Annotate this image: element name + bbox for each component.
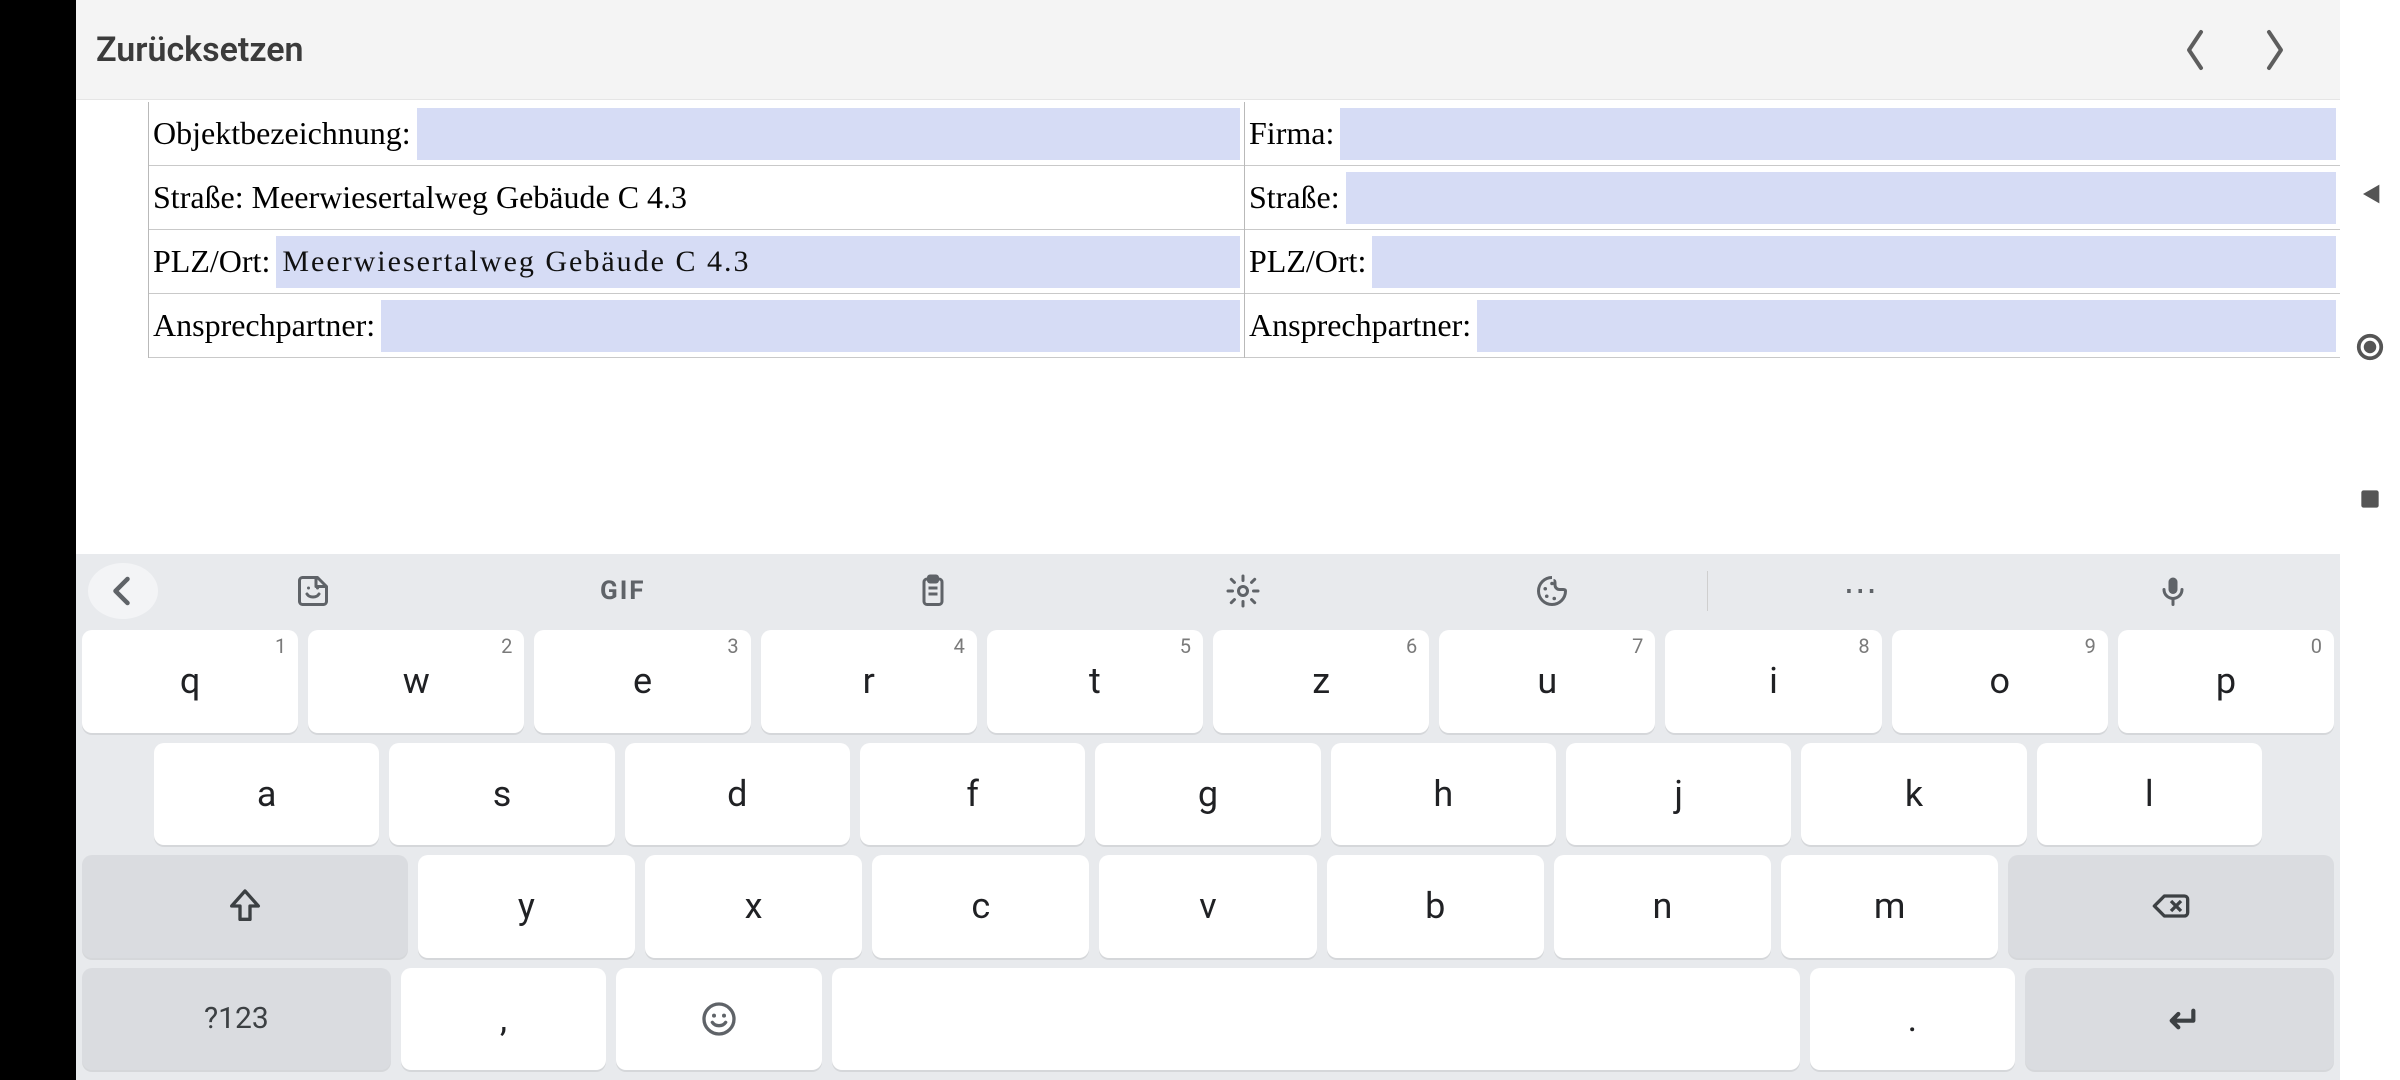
key-q[interactable]: q1 xyxy=(82,630,298,733)
key-hint: 1 xyxy=(275,634,286,658)
key-f[interactable]: f xyxy=(860,743,1085,846)
key-b[interactable]: b xyxy=(1327,855,1544,958)
clipboard-icon[interactable] xyxy=(778,561,1088,621)
theme-icon[interactable] xyxy=(1397,561,1707,621)
key-j[interactable]: j xyxy=(1566,743,1791,846)
keyboard-row-3: yxcvbnm xyxy=(82,855,2334,958)
key-hint: 3 xyxy=(727,634,738,658)
form-col-right: Firma: Straße: PLZ/Ort: Ansprechpartner: xyxy=(1244,102,2340,358)
label-plzort-left: PLZ/Ort: xyxy=(151,243,274,280)
key-hint: 9 xyxy=(2085,634,2096,658)
mic-icon[interactable] xyxy=(2018,561,2328,621)
input-ansprech-right[interactable] xyxy=(1477,300,2336,352)
space-key[interactable] xyxy=(832,968,1799,1071)
keyboard-back-icon[interactable] xyxy=(88,563,158,619)
key-x[interactable]: x xyxy=(645,855,862,958)
key-c[interactable]: c xyxy=(872,855,1089,958)
app-main: Zurücksetzen Objektbezeichnung: Straße: … xyxy=(76,0,2340,1080)
key-v[interactable]: v xyxy=(1099,855,1316,958)
form-col-left: Objektbezeichnung: Straße: Meerwiesertal… xyxy=(148,102,1244,358)
nav-recent-icon[interactable] xyxy=(2357,486,2383,516)
key-h[interactable]: h xyxy=(1331,743,1556,846)
input-strasse-right[interactable] xyxy=(1346,172,2336,224)
key-i[interactable]: i8 xyxy=(1665,630,1881,733)
input-plzort-left[interactable]: Meerwiesertalweg Gebäude C 4.3 xyxy=(276,236,1240,288)
row-plzort-left: PLZ/Ort: Meerwiesertalweg Gebäude C 4.3 xyxy=(149,230,1244,294)
row-ansprech-left: Ansprechpartner: xyxy=(149,294,1244,358)
key-hint: 5 xyxy=(1180,634,1191,658)
label-plzort-right: PLZ/Ort: xyxy=(1247,243,1370,280)
key-hint: 8 xyxy=(1858,634,1869,658)
row-strasse-right: Straße: xyxy=(1245,166,2340,230)
enter-key[interactable] xyxy=(2025,968,2334,1071)
next-button[interactable] xyxy=(2260,26,2290,74)
nav-back-icon[interactable] xyxy=(2356,180,2384,212)
keyboard-rows: q1w2e3r4t5z6u7i8o9p0 asdfghjkl yxcvbnm ?… xyxy=(76,628,2340,1080)
keyboard-row-1: q1w2e3r4t5z6u7i8o9p0 xyxy=(82,630,2334,733)
key-o[interactable]: o9 xyxy=(1892,630,2108,733)
key-g[interactable]: g xyxy=(1095,743,1320,846)
row-strasse-left: Straße: Meerwiesertalweg Gebäude C 4.3 xyxy=(149,166,1244,230)
header-title[interactable]: Zurücksetzen xyxy=(96,30,304,70)
system-nav-bar-left xyxy=(0,0,76,1080)
more-icon[interactable]: ⋯ xyxy=(1708,561,2018,621)
nav-home-icon[interactable] xyxy=(2355,332,2385,366)
key-a[interactable]: a xyxy=(154,743,379,846)
symbols-key[interactable]: ?123 xyxy=(82,968,391,1071)
key-k[interactable]: k xyxy=(1801,743,2026,846)
input-ansprech-left[interactable] xyxy=(381,300,1240,352)
key-r[interactable]: r4 xyxy=(761,630,977,733)
key-hint: 2 xyxy=(501,634,512,658)
row-ansprech-right: Ansprechpartner: xyxy=(1245,294,2340,358)
key-hint: 7 xyxy=(1632,634,1643,658)
input-plzort-right[interactable] xyxy=(1372,236,2336,288)
shift-key[interactable] xyxy=(82,855,408,958)
label-strasse-right: Straße: xyxy=(1247,179,1344,216)
key-n[interactable]: n xyxy=(1554,855,1771,958)
keyboard-row-4: ?123,. xyxy=(82,968,2334,1071)
key-u[interactable]: u7 xyxy=(1439,630,1655,733)
system-nav-bar-right xyxy=(2340,0,2400,1080)
soft-keyboard: GIF ⋯ q1w2e3r4t5z6u7i8o9p0 asdfghjkl yxc… xyxy=(76,554,2340,1080)
key-m[interactable]: m xyxy=(1781,855,1998,958)
settings-icon[interactable] xyxy=(1088,561,1398,621)
backspace-key[interactable] xyxy=(2008,855,2334,958)
key-d[interactable]: d xyxy=(625,743,850,846)
label-objektbezeichnung: Objektbezeichnung: xyxy=(151,115,415,152)
key-hint: 6 xyxy=(1406,634,1417,658)
key-p[interactable]: p0 xyxy=(2118,630,2334,733)
row-plzort-right: PLZ/Ort: xyxy=(1245,230,2340,294)
label-ansprech-right: Ansprechpartner: xyxy=(1247,307,1475,344)
keyboard-toolbar: GIF ⋯ xyxy=(76,554,2340,628)
key-t[interactable]: t5 xyxy=(987,630,1203,733)
input-firma[interactable] xyxy=(1340,108,2336,160)
gif-icon[interactable]: GIF xyxy=(468,561,778,621)
row-objektbezeichnung: Objektbezeichnung: xyxy=(149,102,1244,166)
key-hint: 4 xyxy=(954,634,965,658)
form-grid: Objektbezeichnung: Straße: Meerwiesertal… xyxy=(148,102,2340,358)
label-firma: Firma: xyxy=(1247,115,1338,152)
emoji-key[interactable] xyxy=(616,968,822,1071)
key-z[interactable]: z6 xyxy=(1213,630,1429,733)
label-ansprech-left: Ansprechpartner: xyxy=(151,307,379,344)
value-strasse-left[interactable]: Meerwiesertalweg Gebäude C 4.3 xyxy=(248,179,1240,216)
period-key[interactable]: . xyxy=(1810,968,2016,1071)
key-hint: 0 xyxy=(2311,634,2322,658)
key-s[interactable]: s xyxy=(389,743,614,846)
sticker-icon[interactable] xyxy=(158,561,468,621)
key-w[interactable]: w2 xyxy=(308,630,524,733)
header-nav xyxy=(2180,26,2320,74)
row-firma: Firma: xyxy=(1245,102,2340,166)
header-bar: Zurücksetzen xyxy=(76,0,2340,100)
form-area: Objektbezeichnung: Straße: Meerwiesertal… xyxy=(76,100,2340,554)
prev-button[interactable] xyxy=(2180,26,2210,74)
comma-key[interactable]: , xyxy=(401,968,607,1071)
key-l[interactable]: l xyxy=(2037,743,2262,846)
key-y[interactable]: y xyxy=(418,855,635,958)
keyboard-row-2: asdfghjkl xyxy=(82,743,2334,846)
key-e[interactable]: e3 xyxy=(534,630,750,733)
input-objektbezeichnung[interactable] xyxy=(417,108,1240,160)
label-strasse-left: Straße: xyxy=(151,179,248,216)
